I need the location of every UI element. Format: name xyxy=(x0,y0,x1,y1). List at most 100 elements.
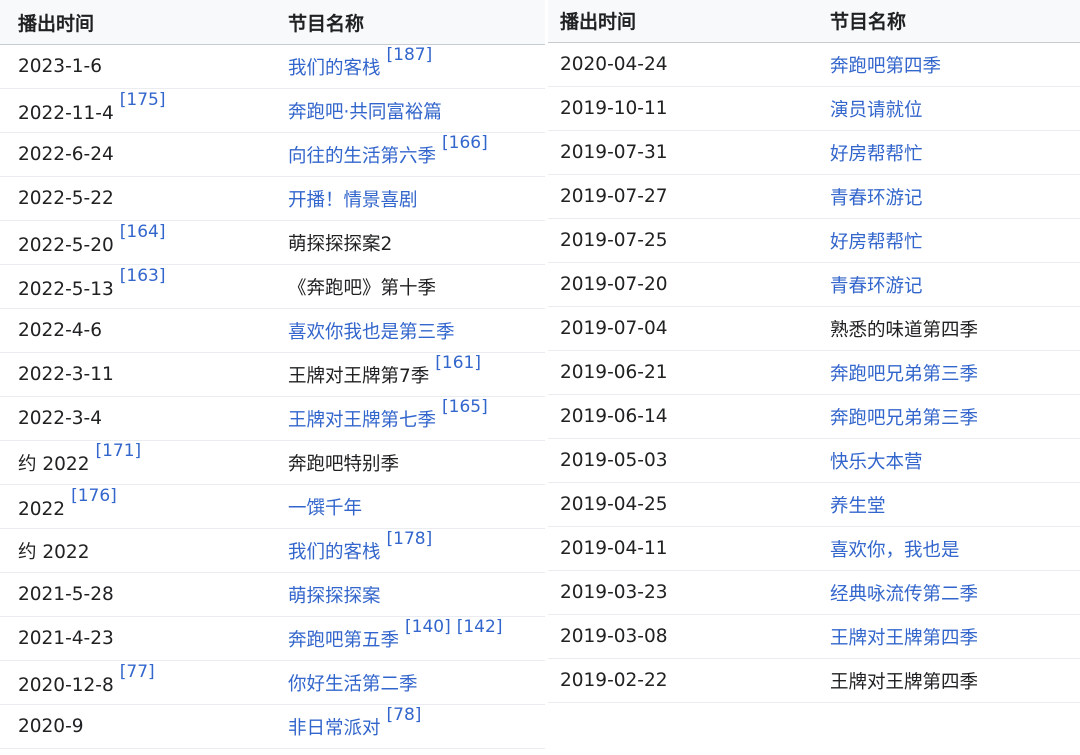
date-cell: 2022-3-4 xyxy=(0,408,270,429)
program-title-link[interactable]: 王牌对王牌第四季 xyxy=(830,628,978,649)
table-body: 2023-1-6 我们的客栈 [187] 2022-11-4 [175] 奔跑吧·共同富裕… xyxy=(0,45,545,749)
title-cell: 王牌对王牌第四季 xyxy=(818,624,1080,650)
broadcast-date: 2020-04-24 xyxy=(560,54,668,75)
date-cell: 2019-02-22 xyxy=(548,670,818,691)
program-title-link[interactable]: 你好生活第二季 xyxy=(288,674,418,695)
title-cell: 一馔千年 xyxy=(270,494,545,520)
broadcast-date: 约 2022 xyxy=(18,541,90,563)
program-title-link[interactable]: 非日常派对 xyxy=(288,719,381,740)
title-cell: 你好生活第二季 xyxy=(270,670,545,696)
citation-link[interactable]: [176] xyxy=(71,486,117,506)
broadcast-date: 2022-3-4 xyxy=(18,408,102,429)
broadcast-date: 2022-3-11 xyxy=(18,364,114,385)
citation-link[interactable]: [142] xyxy=(457,617,503,637)
table-row: 2019-05-03 快乐大本营 xyxy=(548,439,1080,483)
program-title-link[interactable]: 开播！情景喜剧 xyxy=(288,190,418,211)
broadcast-date: 2019-03-08 xyxy=(560,626,668,647)
header-program-name: 节目名称 xyxy=(830,11,907,33)
program-title-link[interactable]: 好房帮帮忙 xyxy=(830,232,923,253)
table-row: 2019-06-14 奔跑吧兄弟第三季 xyxy=(548,395,1080,439)
broadcast-date: 2022-4-6 xyxy=(18,320,102,341)
date-cell: 2020-9 xyxy=(0,716,270,737)
right-table: 播出时间 节目名称 2020-04-24 奔跑吧第四季 2019-10-11 演员请就… xyxy=(548,0,1080,703)
table-row: 2020-9 非日常派对 [78] xyxy=(0,705,545,749)
date-cell: 2019-04-11 xyxy=(548,538,818,559)
citation-link[interactable]: [161] xyxy=(435,353,481,373)
title-cell: 王牌对王牌第四季 xyxy=(818,668,1080,694)
table-row: 2019-07-20 青春环游记 xyxy=(548,263,1080,307)
date-cell: 2022[176] xyxy=(0,486,270,520)
date-cell: 2019-07-20 xyxy=(548,274,818,295)
program-title-link[interactable]: 萌探探探案 xyxy=(288,586,381,607)
program-title: 《奔跑吧》第十季 xyxy=(288,277,437,299)
program-title-link[interactable]: 好房帮帮忙 xyxy=(830,144,923,165)
date-cell: 约 2022 xyxy=(0,538,270,564)
title-cell: 奔跑吧兄弟第三季 xyxy=(818,404,1080,430)
broadcast-date: 2020-12-8 xyxy=(18,675,114,697)
citation-link[interactable]: [171] xyxy=(95,441,141,461)
table-row: 2019-07-25 好房帮帮忙 xyxy=(548,219,1080,263)
broadcast-date: 2022-5-13 xyxy=(18,279,114,301)
title-cell: 好房帮帮忙 xyxy=(818,140,1080,166)
program-title-link[interactable]: 我们的客栈 xyxy=(288,59,381,80)
citation-link[interactable]: [165] xyxy=(442,397,488,417)
table-row: 2022-11-4 [175] 奔跑吧·共同富裕篇 xyxy=(0,89,545,133)
citation-link[interactable]: [77] xyxy=(120,662,155,682)
program-title: 王牌对王牌第7季 xyxy=(288,366,430,388)
date-cell: 2022-6-24 xyxy=(0,144,270,165)
program-title-link[interactable]: 向往的生活第六季 xyxy=(288,147,436,168)
title-cell: 萌探探探案2 xyxy=(270,230,545,256)
date-cell: 2019-10-11 xyxy=(548,98,818,119)
program-title-link[interactable]: 奔跑吧·共同富裕篇 xyxy=(288,102,442,123)
title-cell: 我们的客栈 [178] xyxy=(270,529,545,564)
table-row: 2019-07-04 熟悉的味道第四季 xyxy=(548,307,1080,351)
program-title-link[interactable]: 演员请就位 xyxy=(830,100,923,121)
table-row: 2022-5-13 [163] 《奔跑吧》第十季 xyxy=(0,265,545,309)
left-table: 播出时间 节目名称 2023-1-6 我们的客栈 [187] 2022-11-4 [17… xyxy=(0,0,545,749)
citation-link[interactable]: [187] xyxy=(387,45,433,65)
title-cell: 好房帮帮忙 xyxy=(818,228,1080,254)
title-cell: 萌探探探案 xyxy=(270,582,545,608)
header-broadcast-time: 播出时间 xyxy=(18,12,95,35)
title-cell: 奔跑吧第四季 xyxy=(818,52,1080,78)
program-title-link[interactable]: 奔跑吧第五季 xyxy=(288,631,399,652)
title-cell: 青春环游记 xyxy=(818,184,1080,210)
citation-link[interactable]: [140] xyxy=(405,617,451,637)
broadcast-date: 2019-03-23 xyxy=(560,582,668,603)
program-title-link[interactable]: 快乐大本营 xyxy=(830,452,923,473)
citation-link[interactable]: [164] xyxy=(120,222,166,242)
program-title-link[interactable]: 经典咏流传第二季 xyxy=(830,584,978,605)
program-title-link[interactable]: 奔跑吧第四季 xyxy=(830,56,941,77)
citation-link[interactable]: [78] xyxy=(387,705,422,725)
program-title-link[interactable]: 奔跑吧兄弟第三季 xyxy=(830,408,978,429)
table-row: 2023-1-6 我们的客栈 [187] xyxy=(0,45,545,89)
program-title-link[interactable]: 青春环游记 xyxy=(830,276,923,297)
date-cell: 2019-07-27 xyxy=(548,186,818,207)
program-title-link[interactable]: 一馔千年 xyxy=(288,498,362,519)
date-cell: 约 2022[171] xyxy=(0,441,270,476)
title-cell: 奔跑吧兄弟第三季 xyxy=(818,360,1080,386)
title-cell: 奔跑吧第五季 [140] [142] xyxy=(270,617,545,652)
date-cell: 2022-11-4 [175] xyxy=(0,90,270,124)
program-title-link[interactable]: 奔跑吧兄弟第三季 xyxy=(830,364,978,385)
date-cell: 2019-07-04 xyxy=(548,318,818,339)
program-title-link[interactable]: 王牌对王牌第七季 xyxy=(288,411,436,432)
table-row: 2022-6-24 向往的生活第六季 [166] xyxy=(0,133,545,177)
program-title: 奔跑吧特别季 xyxy=(288,453,400,475)
date-cell: 2019-06-21 xyxy=(548,362,818,383)
broadcast-date: 2023-1-6 xyxy=(18,56,102,77)
citation-link[interactable]: [166] xyxy=(442,133,488,153)
date-cell: 2022-5-13 [163] xyxy=(0,266,270,301)
program-title-link[interactable]: 青春环游记 xyxy=(830,188,923,209)
date-cell: 2022-5-20 [164] xyxy=(0,222,270,256)
program-title-link[interactable]: 养生堂 xyxy=(830,496,886,517)
title-cell: 喜欢你，我也是 xyxy=(818,536,1080,562)
table-row: 2019-06-21 奔跑吧兄弟第三季 xyxy=(548,351,1080,395)
program-title-link[interactable]: 喜欢你，我也是 xyxy=(830,540,960,561)
program-title-link[interactable]: 喜欢你我也是第三季 xyxy=(288,322,455,343)
citation-link[interactable]: [178] xyxy=(387,529,433,549)
broadcast-date: 2022-6-24 xyxy=(18,144,114,165)
program-title-link[interactable]: 我们的客栈 xyxy=(288,543,381,564)
citation-link[interactable]: [163] xyxy=(120,266,166,286)
citation-link[interactable]: [175] xyxy=(120,90,166,110)
